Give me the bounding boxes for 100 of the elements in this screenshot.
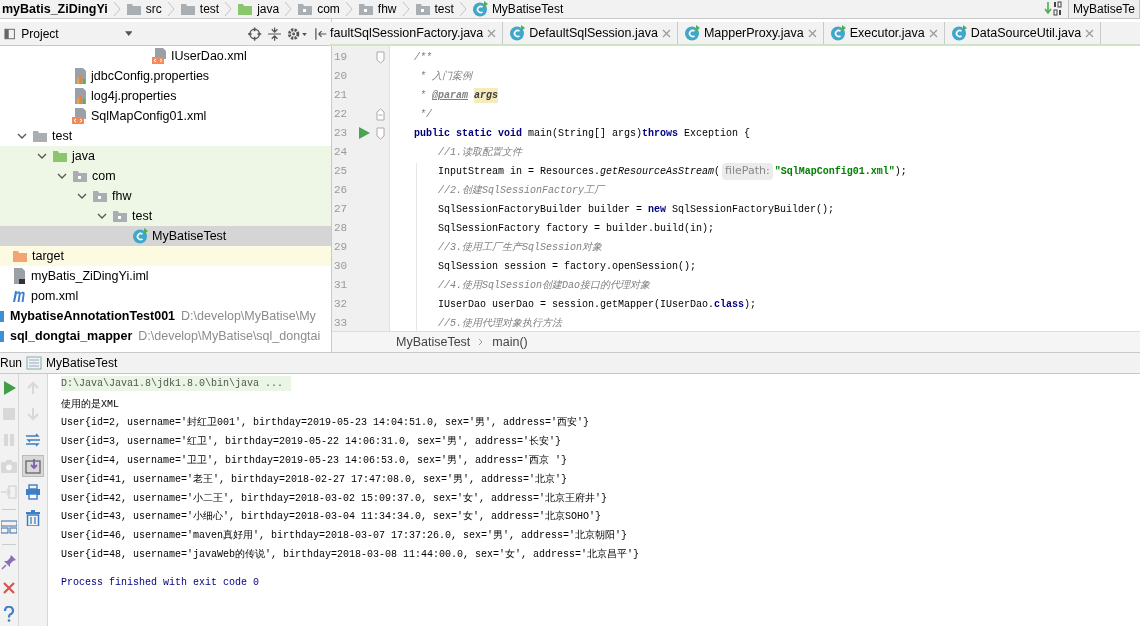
- breadcrumb-label: fhw: [377, 1, 397, 18]
- tree-item[interactable]: pom.xml: [0, 286, 331, 306]
- class-icon: [829, 25, 846, 41]
- folder-icon: [125, 2, 142, 16]
- tree-item[interactable]: log4j.properties: [0, 86, 331, 106]
- package-icon: [357, 2, 374, 16]
- line-number: 28: [333, 221, 349, 237]
- line-number: 32: [333, 297, 349, 313]
- code-line: //2.创建SqlSessionFactory工厂: [437, 184, 607, 198]
- trash-icon: [26, 510, 40, 526]
- tree-item[interactable]: java: [0, 146, 331, 166]
- line-number: 22: [333, 107, 349, 123]
- line-number: 29: [333, 240, 349, 256]
- breadcrumb-label: java: [257, 1, 280, 18]
- console-line: User{id=48, username='javaWeb的传说', birthday=2018-03-08 11:44:00.0, sex='女', address='北京昌平'}: [61, 547, 640, 563]
- panel-title: Run: [0, 355, 22, 372]
- code-line: SqlSessionFactory factory = builder.build(in);: [437, 222, 716, 236]
- toolbar-button[interactable]: [24, 431, 42, 449]
- tree-item[interactable]: test: [0, 206, 331, 226]
- console-line: User{id=3, username='红卫', birthday=2019-05-22 14:06:31.0, sex='男', address='长安'}: [61, 434, 562, 450]
- caret-icon: [124, 30, 133, 37]
- panel-icon: [4, 27, 16, 40]
- package-icon: [72, 169, 88, 183]
- toolbar-button[interactable]: [24, 509, 42, 527]
- tree-item[interactable]: SqlMapConfig01.xml: [0, 106, 331, 126]
- console-icon: [26, 356, 42, 370]
- breadcrumb-item[interactable]: src: [123, 0, 164, 18]
- console-line: User{id=46, username='maven真好用', birthday=2018-03-07 17:37:26.0, sex='男', address='北京朝阳'}: [61, 528, 628, 544]
- line-number: 33: [333, 316, 349, 331]
- locate-icon: [248, 26, 262, 41]
- code-line: /**: [413, 51, 433, 65]
- close-icon: [807, 28, 817, 38]
- toolbar-button[interactable]: [0, 518, 18, 536]
- tree-item[interactable]: MybatiseAnnotationTest001 D:\develop\MyBatise\My: [0, 306, 331, 326]
- package-icon: [92, 189, 108, 203]
- toolbar-button[interactable]: [24, 483, 42, 501]
- folder-icon: [12, 249, 28, 263]
- line-number: 30: [333, 259, 349, 275]
- tree-item[interactable]: fhw: [0, 186, 331, 206]
- line-number: 21: [333, 88, 349, 104]
- console-line: User{id=2, username='封红卫001', birthday=2019-05-23 14:04:51.0, sex='男', address='西安'}: [61, 415, 590, 431]
- package-icon: [112, 209, 128, 223]
- toolbar-button[interactable]: [22, 455, 44, 477]
- folder-icon: [237, 2, 254, 16]
- camera-icon: [1, 459, 17, 473]
- breadcrumb-item[interactable]: fhw: [355, 0, 399, 18]
- pin-icon: [1, 554, 17, 570]
- package-icon: [414, 2, 431, 16]
- console-line: User{id=41, username='老王', birthday=2018-02-27 17:47:08.0, sex='男', address='北京'}: [61, 472, 568, 487]
- breadcrumb-item[interactable]: test: [177, 0, 222, 18]
- breadcrumb-item[interactable]: test: [412, 0, 456, 18]
- class-icon: [509, 25, 526, 41]
- breadcrumb-item[interactable]: main(): [492, 332, 528, 352]
- tree-item[interactable]: MyBatiseTest: [0, 226, 331, 246]
- line-number: 27: [333, 202, 349, 218]
- tree-item[interactable]: jdbcConfig.properties: [0, 66, 331, 86]
- collapse-icon: [267, 26, 281, 41]
- pause-icon: [2, 433, 16, 447]
- help-icon: [3, 606, 15, 622]
- breadcrumb-item[interactable]: java: [235, 0, 282, 18]
- tree-item[interactable]: com: [0, 166, 331, 186]
- breadcrumb-item[interactable]: myBatis_ZiDingYi: [0, 0, 110, 19]
- tree-item[interactable]: myBatis_ZiDingYi.iml: [0, 266, 331, 286]
- tree-item[interactable]: target: [0, 246, 331, 266]
- soft-wrap-icon: [25, 433, 41, 447]
- xml-file-icon: [72, 108, 87, 124]
- breadcrumb-item[interactable]: MyBatiseTest: [469, 0, 566, 18]
- close-icon: [487, 28, 497, 38]
- tree-item[interactable]: IUserDao.xml: [0, 46, 331, 66]
- properties-file-icon: [72, 88, 87, 104]
- code-line: //1.读取配置文件: [437, 146, 524, 160]
- class-icon: [950, 25, 967, 41]
- close-icon: [928, 28, 938, 38]
- print-icon: [25, 484, 41, 500]
- tree-item[interactable]: test: [0, 126, 331, 146]
- editor-tab[interactable]: faultSqlSessionFactory.java: [330, 22, 504, 44]
- class-icon: [132, 228, 148, 244]
- tree-item[interactable]: sql_dongtai_mapper D:\develop\MyBatise\sql_dongtai: [0, 326, 331, 346]
- breadcrumb-item[interactable]: com: [295, 0, 342, 18]
- console-line: User{id=42, username='小二王', birthday=2018-03-02 15:09:37.0, sex='女', address='北京王府井'}: [61, 491, 608, 506]
- toolbar-button[interactable]: [0, 553, 18, 571]
- arrow-down-icon: [26, 407, 40, 421]
- breadcrumb-label: test: [199, 1, 220, 18]
- exit-icon: [1, 485, 17, 499]
- module-file-icon: [12, 268, 27, 284]
- code-line: //3.使用工厂生产SqlSession对象: [437, 240, 604, 255]
- stop-icon: [2, 407, 16, 421]
- run-tab[interactable]: MyBatiseTest: [46, 354, 118, 372]
- sort-icon: [1043, 1, 1062, 17]
- line-number: 24: [333, 145, 349, 161]
- breadcrumb-label: test: [434, 1, 454, 18]
- scroll-to-end-icon: [25, 458, 41, 474]
- console-line: Process finished with exit code 0: [61, 576, 260, 591]
- run-configuration-dropdown[interactable]: MyBatiseTe: [1067, 0, 1140, 19]
- panel-title[interactable]: Project: [21, 24, 59, 43]
- breadcrumb-label: src: [145, 1, 162, 18]
- folder-icon: [32, 129, 48, 143]
- breadcrumb-item[interactable]: MyBatiseTest: [396, 332, 471, 352]
- breadcrumb-label: com: [317, 1, 340, 18]
- arrow-up-icon: [26, 381, 40, 395]
